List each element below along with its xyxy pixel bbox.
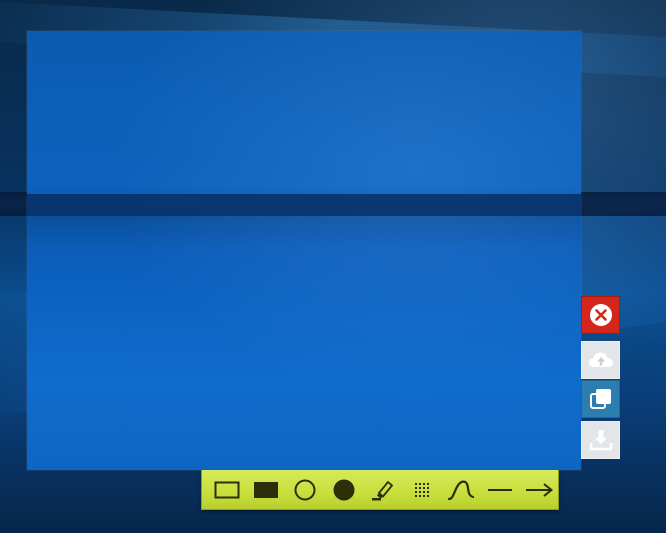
highlighter-tool[interactable] xyxy=(364,474,403,506)
freehand-tool[interactable] xyxy=(441,474,480,506)
circle-outline-icon xyxy=(294,479,316,500)
arrow-tool[interactable] xyxy=(519,474,558,506)
capture-selection-area[interactable] xyxy=(27,31,581,470)
marker-icon xyxy=(372,480,394,500)
ellipse-tool[interactable] xyxy=(286,474,325,506)
blur-tool[interactable] xyxy=(402,474,441,506)
selection-band xyxy=(27,194,581,216)
close-button[interactable] xyxy=(581,296,620,334)
rectangle-filled-icon xyxy=(254,481,279,498)
pixelate-icon xyxy=(414,482,429,497)
rectangle-tool[interactable] xyxy=(208,474,247,506)
selection-glow xyxy=(27,31,581,470)
filled-ellipse-tool[interactable] xyxy=(325,474,364,506)
line-icon xyxy=(487,488,512,491)
cloud-upload-icon xyxy=(588,352,613,367)
close-icon xyxy=(589,304,612,326)
filled-rectangle-tool[interactable] xyxy=(247,474,286,506)
drawing-toolbar xyxy=(201,470,559,510)
copy-button[interactable] xyxy=(581,380,620,418)
circle-filled-icon xyxy=(333,479,355,500)
save-button[interactable] xyxy=(581,421,620,459)
rectangle-outline-icon xyxy=(214,481,240,498)
line-tool[interactable] xyxy=(480,474,519,506)
download-icon xyxy=(589,430,612,451)
upload-button[interactable] xyxy=(581,341,620,379)
freehand-curve-icon xyxy=(447,480,474,500)
arrow-right-icon xyxy=(525,482,553,497)
desktop xyxy=(0,0,666,533)
copy-icon xyxy=(589,389,611,409)
